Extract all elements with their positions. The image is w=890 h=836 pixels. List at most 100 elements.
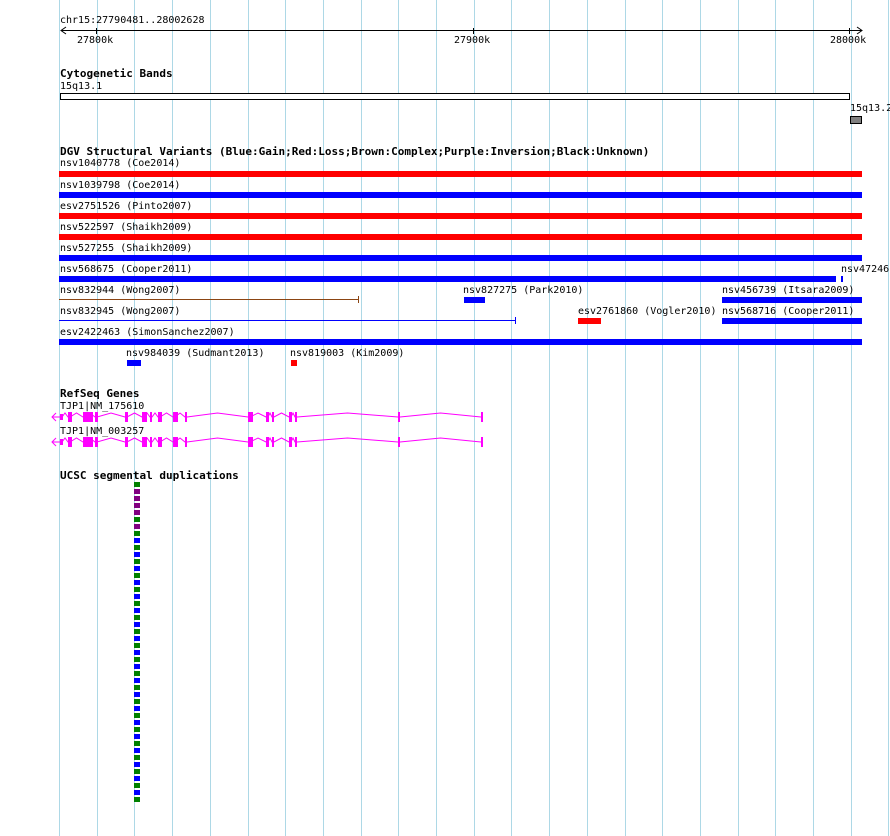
- segdup-feature: [134, 489, 140, 494]
- segdup-feature: [134, 692, 140, 697]
- sv-feature-bar: [291, 360, 297, 366]
- sv-feature-bar: [59, 171, 862, 177]
- segdup-feature: [134, 503, 140, 508]
- segdup-feature: [134, 741, 140, 746]
- transcript-exon: [125, 412, 128, 422]
- segdup-feature: [134, 601, 140, 606]
- segdup-feature: [134, 699, 140, 704]
- transcript-exon: [68, 412, 72, 422]
- sv-label[interactable]: nsv827275 (Park2010): [463, 285, 583, 296]
- segdup-feature: [134, 552, 140, 557]
- transcript-exon: [173, 437, 178, 447]
- segdup-feature: [134, 727, 140, 732]
- sv-label[interactable]: esv2751526 (Pinto2007): [60, 201, 192, 212]
- transcript-exon: [95, 437, 98, 447]
- segdup-feature: [134, 734, 140, 739]
- transcript-label[interactable]: TJP1|NM_003257: [60, 426, 144, 437]
- sv-label[interactable]: nsv456739 (Itsara2009): [722, 285, 854, 296]
- transcript-exon: [158, 412, 162, 422]
- sv-feature-bar: [841, 276, 843, 282]
- transcript-exon: [295, 437, 297, 447]
- sv-label[interactable]: nsv47246: [841, 264, 889, 275]
- segdup-feature: [134, 643, 140, 648]
- transcript-exon: [266, 412, 269, 422]
- transcript-exon: [185, 437, 187, 447]
- segdup-feature: [134, 587, 140, 592]
- segdup-feature: [134, 706, 140, 711]
- segdup-feature: [134, 790, 140, 795]
- tick-label-27900k: 27900k: [454, 35, 491, 46]
- segdup-feature: [134, 622, 140, 627]
- segdup-feature: [134, 531, 140, 536]
- transcript-exon: [289, 412, 292, 422]
- segdup-feature: [134, 783, 140, 788]
- sv-feature-bar: [464, 297, 485, 303]
- segdup-feature: [134, 713, 140, 718]
- sv-feature-bar: [722, 318, 862, 324]
- transcript-exon: [83, 437, 93, 447]
- sv-label[interactable]: nsv1040778 (Coe2014): [60, 158, 180, 169]
- transcript-exon: [158, 437, 162, 447]
- segdup-feature: [134, 671, 140, 676]
- sv-label[interactable]: nsv1039798 (Coe2014): [60, 180, 180, 191]
- segdup-feature: [134, 566, 140, 571]
- transcript-exon: [398, 437, 400, 447]
- dgv-track-title[interactable]: DGV Structural Variants (Blue:Gain;Red:L…: [60, 146, 649, 158]
- segdup-feature: [134, 657, 140, 662]
- sv-label[interactable]: esv2422463 (SimonSanchez2007): [60, 327, 235, 338]
- cytoband-15q13-2: [850, 116, 862, 124]
- sv-label[interactable]: nsv522597 (Shaikh2009): [60, 222, 192, 233]
- sv-feature-bar: [127, 360, 141, 366]
- cytoband-15q13-1: [60, 93, 850, 100]
- segdup-feature: [134, 776, 140, 781]
- segdup-feature: [134, 636, 140, 641]
- sv-feature-bar: [59, 213, 862, 219]
- segdup-feature: [134, 524, 140, 529]
- segdup-feature: [134, 720, 140, 725]
- transcript-exon: [272, 437, 274, 447]
- sv-label[interactable]: nsv568675 (Cooper2011): [60, 264, 192, 275]
- transcript-exon: [295, 412, 297, 422]
- sv-feature-bar: [578, 318, 601, 324]
- transcript-exon: [60, 439, 63, 445]
- segdup-feature: [134, 496, 140, 501]
- segdup-feature: [134, 559, 140, 564]
- sv-label[interactable]: nsv819003 (Kim2009): [290, 348, 404, 359]
- transcript-exon: [481, 412, 483, 422]
- segdup-feature: [134, 769, 140, 774]
- sv-label[interactable]: nsv832945 (Wong2007): [60, 306, 180, 317]
- transcript-exon: [266, 437, 269, 447]
- segdup-feature: [134, 685, 140, 690]
- segdup-feature: [134, 755, 140, 760]
- transcript-label[interactable]: TJP1|NM_175610: [60, 401, 144, 412]
- transcript-exon: [150, 437, 152, 447]
- segdup-feature: [134, 629, 140, 634]
- transcript-exon: [150, 412, 152, 422]
- transcript-exon: [83, 412, 93, 422]
- transcript-exon: [125, 437, 128, 447]
- sv-feature-bar: [722, 297, 862, 303]
- sv-label[interactable]: nsv832944 (Wong2007): [60, 285, 180, 296]
- segdup-feature: [134, 615, 140, 620]
- segdup-feature: [134, 594, 140, 599]
- transcript-exon: [68, 437, 72, 447]
- sv-feature-bar: [59, 192, 862, 198]
- transcript-exon: [481, 437, 483, 447]
- transcript-exon: [60, 414, 63, 420]
- tick-label-28000k: 28000k: [830, 35, 867, 46]
- cytoband-track-title[interactable]: Cytogenetic Bands: [60, 68, 173, 80]
- sv-label[interactable]: nsv984039 (Sudmant2013): [126, 348, 264, 359]
- segdup-track-title[interactable]: UCSC segmental duplications: [60, 470, 239, 482]
- segdup-feature: [134, 797, 140, 802]
- segdup-feature: [134, 517, 140, 522]
- segdup-feature: [134, 762, 140, 767]
- sv-label[interactable]: esv2761860 (Vogler2010): [578, 306, 716, 317]
- transcript-exon: [142, 437, 147, 447]
- refseq-track-title[interactable]: RefSeq Genes: [60, 388, 139, 400]
- transcript-exon: [289, 437, 292, 447]
- transcript-exon: [272, 412, 274, 422]
- sv-label[interactable]: nsv568716 (Cooper2011): [722, 306, 854, 317]
- transcript-exon: [398, 412, 400, 422]
- sv-feature-bar: [59, 339, 862, 345]
- sv-label[interactable]: nsv527255 (Shaikh2009): [60, 243, 192, 254]
